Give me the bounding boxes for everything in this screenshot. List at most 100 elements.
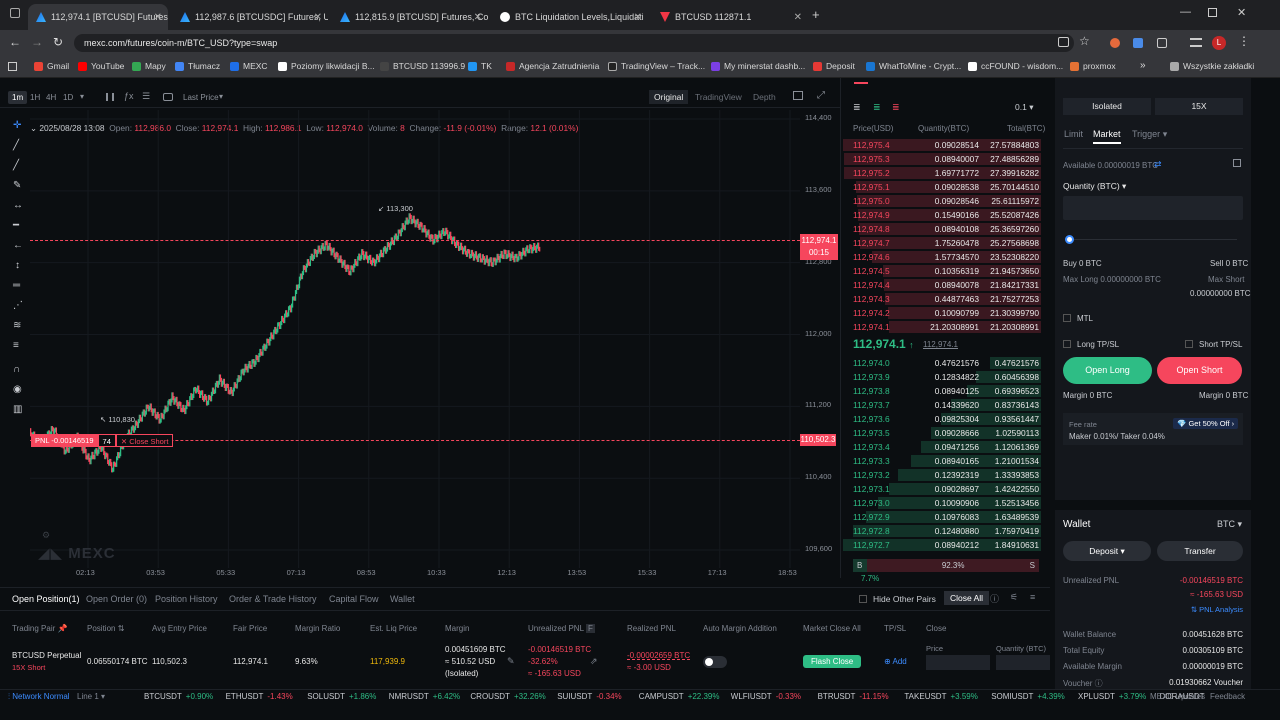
layout-icon[interactable]: [793, 91, 803, 100]
open-short-button[interactable]: Open Short: [1157, 357, 1242, 384]
menu-kebab-icon[interactable]: ⋮: [1238, 34, 1250, 48]
reading-list-icon[interactable]: [1190, 38, 1202, 47]
fee-promo-button[interactable]: 💎 Get 50% Off ›: [1173, 418, 1239, 429]
interval-1d[interactable]: 1D: [63, 93, 73, 102]
ask-row[interactable]: 112,975.1 0.09028538 25.70144510: [841, 180, 1041, 194]
text-icon[interactable]: ≡: [13, 340, 19, 351]
vertical-line-icon[interactable]: ↕: [15, 260, 20, 271]
pnl-analysis-link[interactable]: ⇅ PNL Analysis: [1175, 605, 1243, 614]
ask-row[interactable]: 112,974.2 0.10090799 21.30399790: [841, 306, 1041, 320]
close-icon[interactable]: ✕: [474, 12, 482, 23]
ask-row[interactable]: 112,974.1 21.20308991 21.20308991: [841, 320, 1041, 334]
network-status[interactable]: ⫶ Network Normal: [8, 690, 70, 703]
ray-icon[interactable]: ╱: [13, 160, 19, 171]
col-position[interactable]: Position ⇅: [87, 624, 124, 633]
ask-row[interactable]: 112,975.4 0.09028514 27.57884803: [841, 138, 1041, 152]
new-tab-icon[interactable]: +: [812, 7, 820, 22]
ticker-item[interactable]: CROUSDT +32.26%: [470, 690, 545, 703]
ask-row[interactable]: 112,975.2 1.69771772 27.39916282: [841, 166, 1041, 180]
ticker-item[interactable]: SOMIUSDT +4.39%: [991, 690, 1065, 703]
settings-icon[interactable]: ⚙: [42, 530, 50, 541]
ask-row[interactable]: 112,974.8 0.08940108 25.36597260: [841, 222, 1041, 236]
horizontal-ray-icon[interactable]: ━: [13, 220, 19, 231]
calculator-icon[interactable]: [1233, 159, 1241, 167]
tab-wallet[interactable]: Wallet: [390, 594, 415, 604]
interval-1h[interactable]: 1H: [30, 93, 40, 102]
margin-mode-button[interactable]: Isolated: [1063, 98, 1151, 115]
bid-row[interactable]: 112,973.3 0.08940165 1.21001534: [841, 454, 1041, 468]
deposit-button[interactable]: Deposit ▾: [1063, 541, 1151, 561]
bid-row[interactable]: 112,973.5 0.09028666 1.02590113: [841, 426, 1041, 440]
bid-row[interactable]: 112,973.9 0.12834822 0.60456398: [841, 370, 1041, 384]
bookmark-item[interactable]: BTCUSD 113996.9: [380, 61, 465, 71]
menu-icon[interactable]: ≡: [1030, 592, 1035, 602]
list-icon[interactable]: ☰: [142, 91, 150, 102]
ticker-item[interactable]: BTCUSDT +0.90%: [144, 690, 213, 703]
brush-icon[interactable]: ✎: [13, 180, 21, 191]
close-short-button[interactable]: ✕ Close Short: [115, 434, 174, 447]
wallet-coin-select[interactable]: BTC ▾: [1217, 519, 1242, 530]
mtl-checkbox[interactable]: [1063, 314, 1071, 322]
ask-row[interactable]: 112,974.7 1.75260478 25.27568698: [841, 236, 1041, 250]
tab-market[interactable]: Market: [1093, 129, 1121, 144]
row-pair[interactable]: BTCUSD Perpetual: [12, 651, 81, 660]
extensions-puzzle-icon[interactable]: [1157, 38, 1167, 48]
close-price-input[interactable]: [926, 655, 990, 670]
tab-open-order[interactable]: Open Order (0): [86, 594, 147, 604]
tab-trigger[interactable]: Trigger ▾: [1132, 129, 1167, 140]
bookmark-item[interactable]: proxmox: [1070, 61, 1116, 71]
quantity-slider[interactable]: [1067, 239, 1237, 240]
tab-position-history[interactable]: Position History: [155, 594, 218, 604]
bid-row[interactable]: 112,973.0 0.10090906 1.52513456: [841, 496, 1041, 510]
bid-row[interactable]: 112,973.4 0.09471256 1.12061369: [841, 440, 1041, 454]
bookmark-item[interactable]: YouTube: [78, 61, 124, 71]
ask-row[interactable]: 112,974.9 0.15490166 25.52087426: [841, 208, 1041, 222]
bid-row[interactable]: 112,972.7 0.08940212 1.84910631: [841, 538, 1041, 552]
book-bids-icon[interactable]: ≣: [873, 102, 881, 113]
updates-link[interactable]: MEXC Updates: [1150, 690, 1205, 703]
slider-handle[interactable]: [1065, 235, 1074, 244]
ask-row[interactable]: 112,974.4 0.08940078 21.84217331: [841, 278, 1041, 292]
bid-row[interactable]: 112,973.2 0.12392319 1.33393853: [841, 468, 1041, 482]
transfer-icon[interactable]: ⇄: [1154, 159, 1162, 170]
short-tpsl-checkbox[interactable]: [1185, 340, 1193, 348]
ticker-item[interactable]: ETHUSDT -1.43%: [226, 690, 293, 703]
interval-1m[interactable]: 1m: [8, 91, 28, 104]
arrow-icon[interactable]: ←: [13, 240, 23, 251]
apps-grid-icon[interactable]: [8, 62, 17, 71]
close-icon[interactable]: ✕: [634, 12, 642, 23]
browser-tab[interactable]: BTC Liquidation Levels,Liquidati ✕: [492, 4, 648, 30]
bid-row[interactable]: 112,973.8 0.08940125 0.69396523: [841, 384, 1041, 398]
ask-row[interactable]: 112,974.6 1.57734570 23.52308220: [841, 250, 1041, 264]
bid-row[interactable]: 112,973.1 0.09028697 1.42422550: [841, 482, 1041, 496]
pattern-icon[interactable]: ⋰: [13, 300, 23, 311]
more-bookmarks-icon[interactable]: »: [1140, 60, 1146, 71]
ticker-item[interactable]: TAKEUSDT +3.59%: [904, 690, 977, 703]
extension-icon[interactable]: [1110, 38, 1120, 48]
bookmark-item[interactable]: Deposit: [813, 61, 855, 71]
fullscreen-icon[interactable]: ⤢: [817, 90, 825, 101]
book-both-icon[interactable]: ≣: [853, 102, 861, 113]
bid-row[interactable]: 112,972.8 0.12480880 1.75970419: [841, 524, 1041, 538]
bid-row[interactable]: 112,974.0 0.47621576 0.47621576: [841, 356, 1041, 370]
indicators-icon[interactable]: ƒx: [124, 91, 134, 101]
eye-icon[interactable]: ◉: [13, 384, 22, 395]
filter-icon[interactable]: ⚟: [1010, 592, 1018, 603]
open-long-button[interactable]: Open Long: [1063, 357, 1152, 384]
quantity-label[interactable]: Quantity (BTC) ▾: [1063, 181, 1126, 192]
leverage-button[interactable]: 15X: [1155, 98, 1243, 115]
minimize-icon[interactable]: —: [1180, 6, 1191, 18]
ask-row[interactable]: 112,975.3 0.08940007 27.48856289: [841, 152, 1041, 166]
feedback-link[interactable]: Feedback: [1210, 690, 1245, 703]
tab-capital-flow[interactable]: Capital Flow: [329, 594, 379, 604]
camera-icon[interactable]: [163, 93, 173, 101]
bookmark-item[interactable]: Poziomy likwidacji B...: [278, 61, 375, 71]
tab-limit[interactable]: Limit: [1064, 129, 1083, 139]
info-icon[interactable]: ⓘ: [990, 592, 999, 605]
window-close-icon[interactable]: ✕: [1237, 6, 1246, 19]
crosshair-icon[interactable]: ✛: [13, 120, 21, 131]
forward-icon[interactable]: →: [31, 35, 43, 49]
flash-close-button[interactable]: Flash Close: [803, 655, 862, 668]
bookmark-item[interactable]: WhatToMine - Crypt...: [866, 61, 961, 71]
browser-tab[interactable]: 112,974.1 [BTCUSD] Futures, Co ✕: [28, 4, 168, 30]
